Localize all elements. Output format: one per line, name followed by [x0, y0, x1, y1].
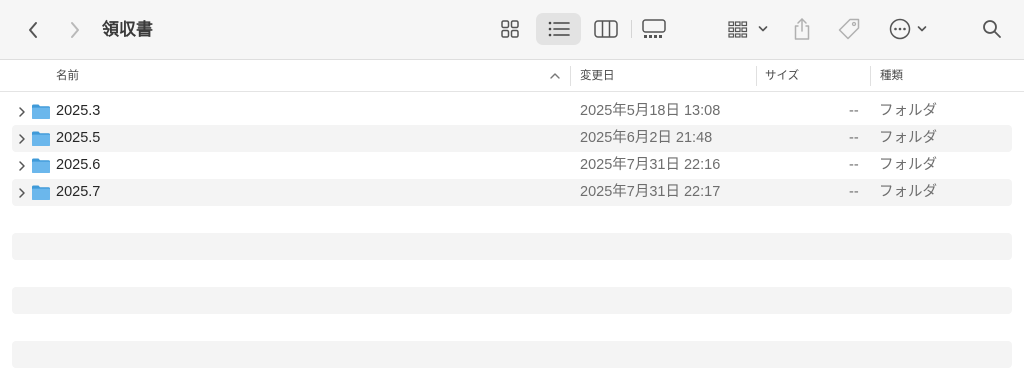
list-item[interactable]: 2025.6 2025年7月31日 22:16 -- フォルダ — [12, 152, 1012, 179]
grid-icon — [501, 20, 519, 38]
chevron-left-icon — [29, 22, 37, 38]
sort-ascending-icon[interactable] — [548, 70, 562, 82]
tag-icon — [838, 18, 860, 40]
file-size: -- — [849, 103, 859, 119]
more-actions-button[interactable] — [884, 14, 932, 44]
column-header: 名前 変更日 サイズ 種類 — [0, 61, 1024, 92]
file-size: -- — [849, 130, 859, 146]
search-icon — [983, 20, 1001, 38]
chevron-down-icon — [758, 26, 768, 32]
disclosure-triangle-icon[interactable] — [17, 187, 27, 199]
folder-icon — [32, 131, 50, 146]
file-name: 2025.6 — [56, 157, 101, 173]
column-divider[interactable] — [870, 66, 871, 86]
list-item[interactable]: 2025.3 2025年5月18日 13:08 -- フォルダ — [12, 98, 1012, 125]
file-date: 2025年5月18日 13:08 — [580, 103, 721, 119]
group-icon — [728, 21, 748, 38]
back-button[interactable] — [20, 16, 46, 44]
chevron-down-icon — [917, 26, 927, 32]
empty-row-stripe — [12, 287, 1012, 314]
list-view-button[interactable] — [536, 13, 581, 45]
search-button[interactable] — [978, 14, 1006, 44]
list-icon — [548, 21, 570, 37]
columns-icon — [594, 20, 618, 38]
file-date: 2025年6月2日 21:48 — [580, 130, 713, 146]
share-icon — [794, 18, 810, 40]
forward-button[interactable] — [62, 16, 88, 44]
gallery-icon — [642, 19, 666, 38]
chevron-right-icon — [71, 22, 79, 38]
file-name: 2025.7 — [56, 184, 101, 200]
disclosure-triangle-icon[interactable] — [17, 133, 27, 145]
icon-view-button[interactable] — [496, 14, 524, 44]
tag-button[interactable] — [834, 14, 864, 44]
toolbar-divider — [631, 20, 632, 38]
folder-icon — [32, 185, 50, 200]
disclosure-triangle-icon[interactable] — [17, 106, 27, 118]
list-item[interactable]: 2025.5 2025年6月2日 21:48 -- フォルダ — [12, 125, 1012, 152]
file-date: 2025年7月31日 22:17 — [580, 184, 721, 200]
folder-icon — [32, 158, 50, 173]
file-date: 2025年7月31日 22:16 — [580, 157, 721, 173]
file-kind: フォルダ — [879, 103, 937, 119]
column-divider[interactable] — [756, 66, 757, 86]
column-header-size[interactable]: サイズ — [765, 61, 799, 92]
folder-icon — [32, 104, 50, 119]
empty-row-stripe — [12, 233, 1012, 260]
gallery-view-button[interactable] — [640, 14, 668, 44]
column-view-button[interactable] — [592, 14, 620, 44]
list-item[interactable]: 2025.7 2025年7月31日 22:17 -- フォルダ — [12, 179, 1012, 206]
window-title: 領収書 — [102, 20, 153, 39]
empty-row-stripe — [12, 341, 1012, 368]
file-list: 2025.3 2025年5月18日 13:08 -- フォルダ 2025.5 2… — [12, 98, 1012, 206]
column-header-kind[interactable]: 種類 — [880, 61, 903, 92]
toolbar: 領収書 — [0, 0, 1024, 60]
file-name: 2025.3 — [56, 103, 101, 119]
column-header-date[interactable]: 変更日 — [580, 61, 615, 92]
disclosure-triangle-icon[interactable] — [17, 160, 27, 172]
file-kind: フォルダ — [879, 184, 937, 200]
finder-window: 領収書 名前 変更日 サイズ 種類 2025.3 2025年5月18日 13:0… — [0, 0, 1024, 380]
group-button[interactable] — [724, 14, 772, 44]
file-name: 2025.5 — [56, 130, 101, 146]
file-kind: フォルダ — [879, 130, 937, 146]
column-header-name[interactable]: 名前 — [56, 61, 79, 92]
file-size: -- — [849, 157, 859, 173]
column-divider[interactable] — [570, 66, 571, 86]
ellipsis-circle-icon — [889, 18, 911, 40]
empty-rows — [12, 233, 1012, 380]
file-kind: フォルダ — [879, 157, 937, 173]
share-button[interactable] — [788, 13, 816, 45]
file-size: -- — [849, 184, 859, 200]
